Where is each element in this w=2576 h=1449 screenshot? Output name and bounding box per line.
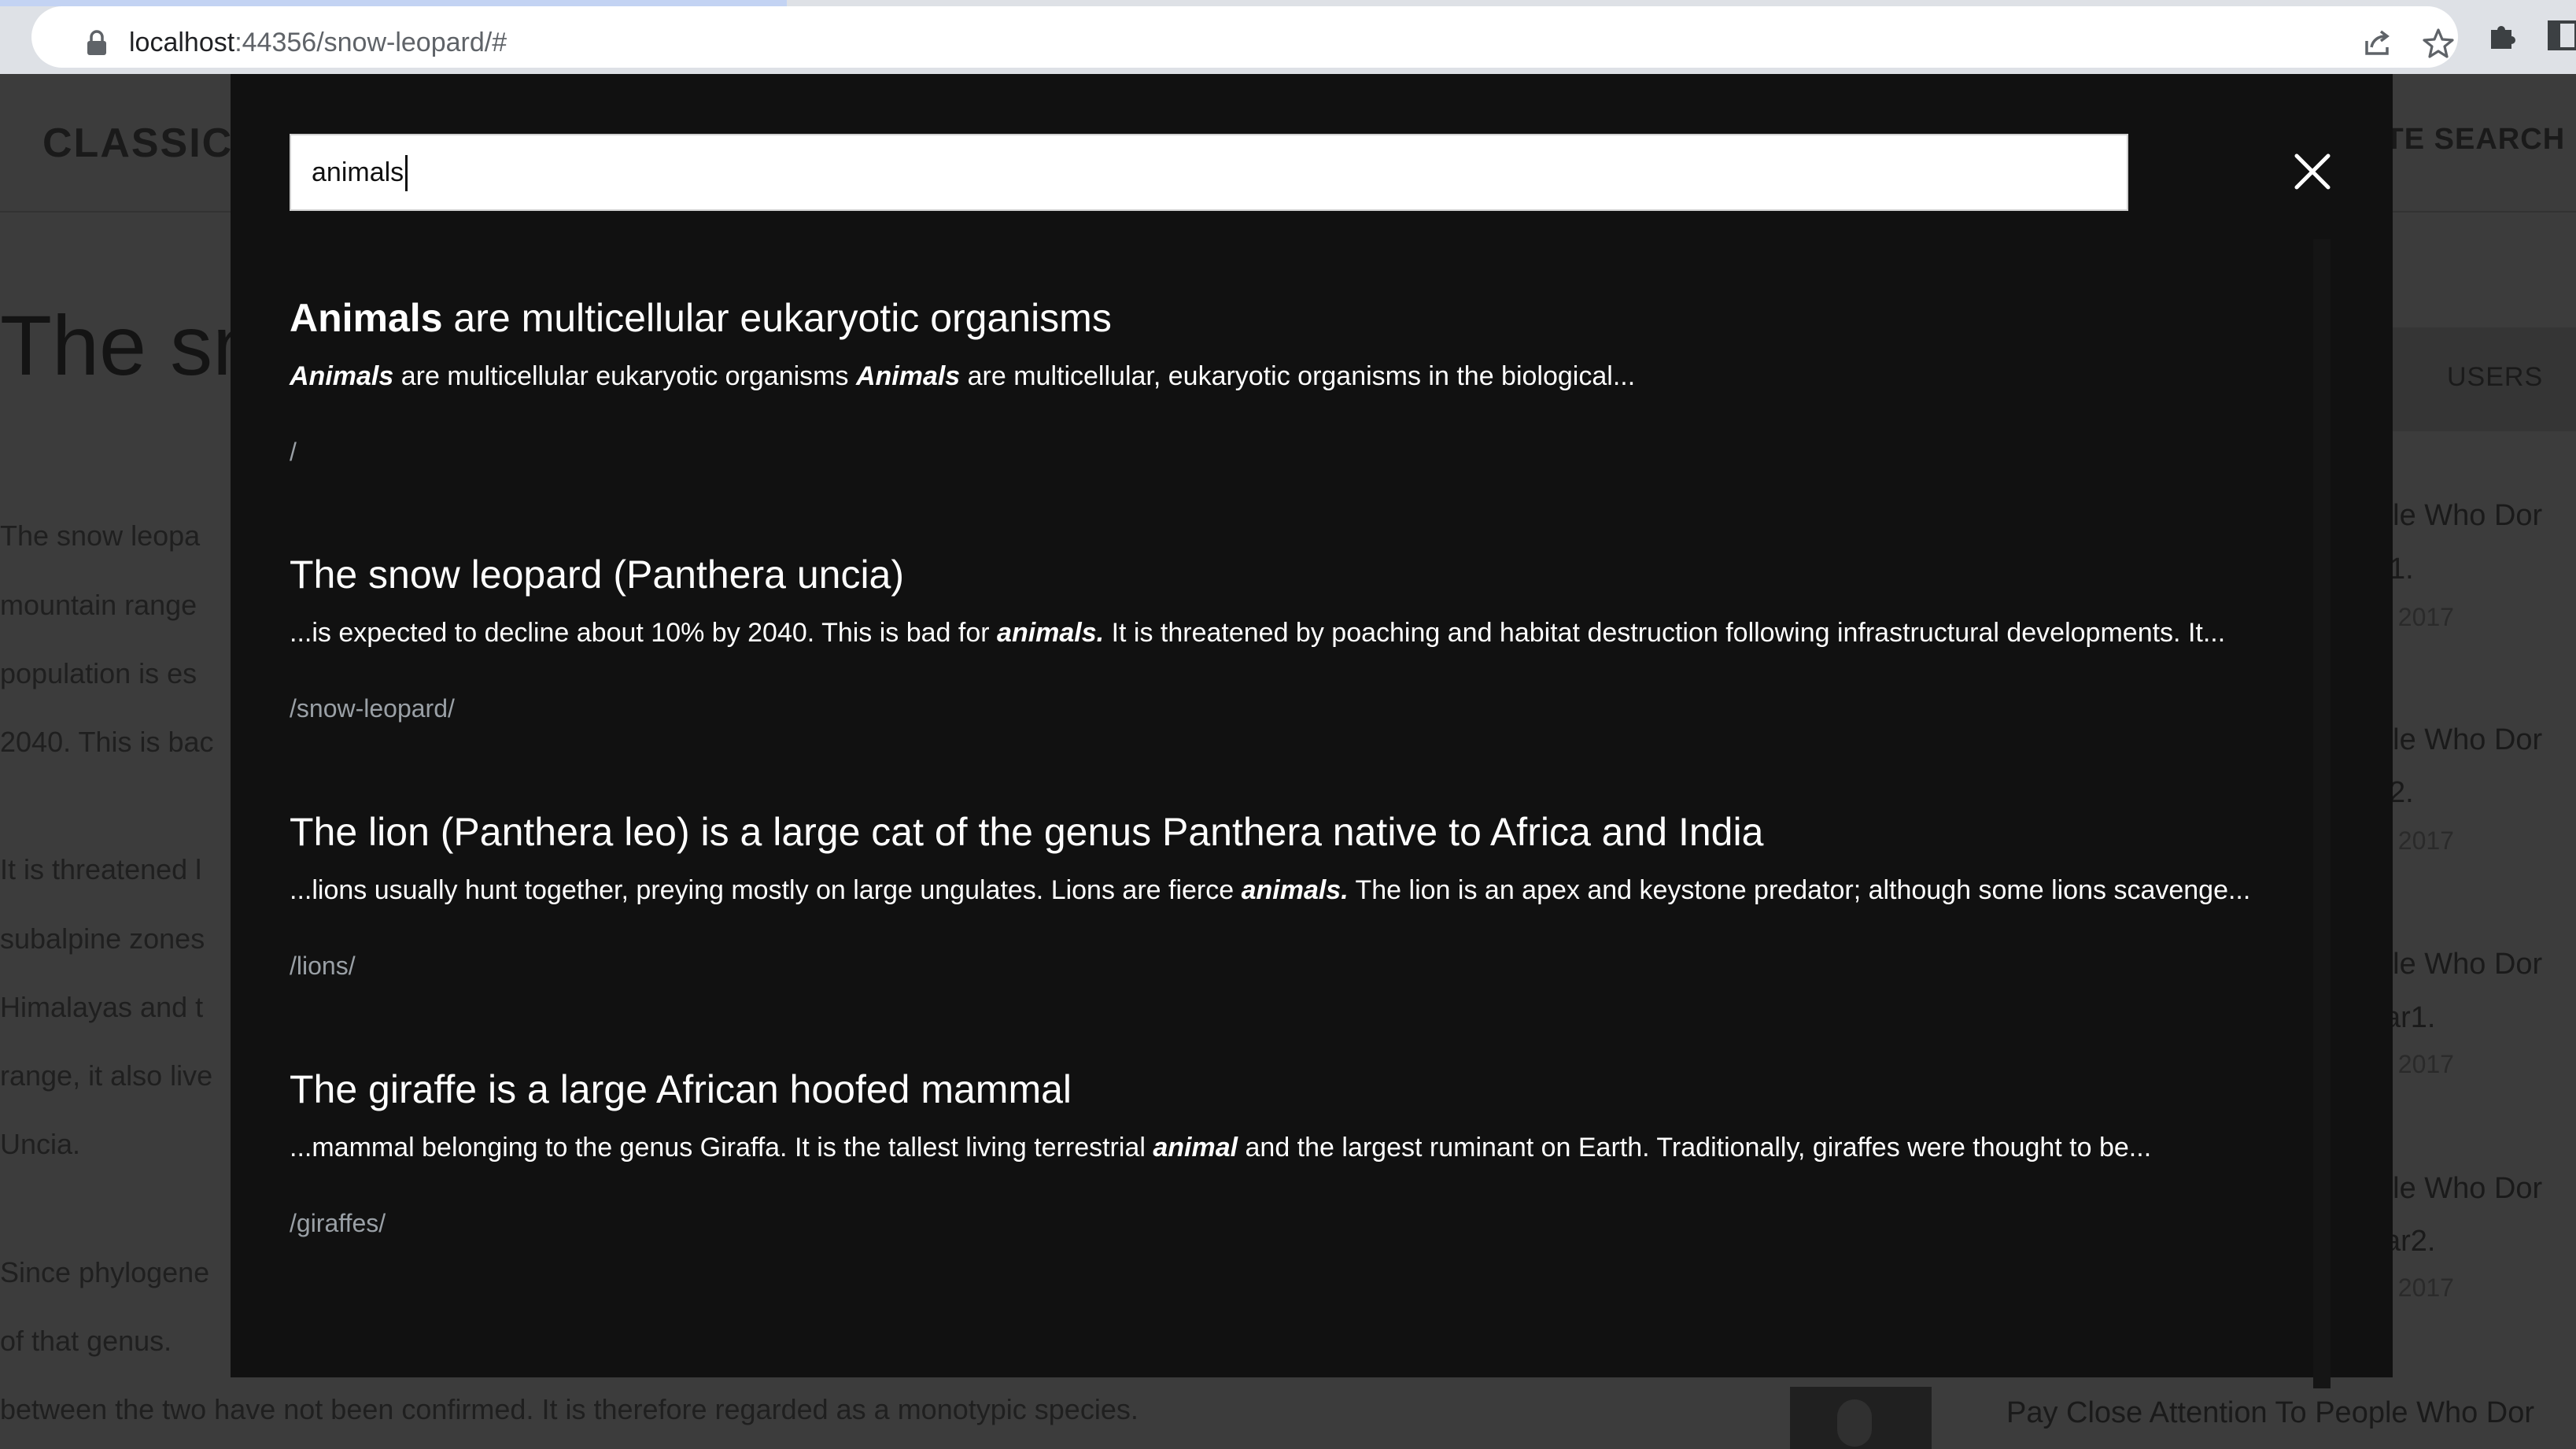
users-label: USERS	[2447, 362, 2544, 392]
result-snippet: Animals are multicellular eukaryotic org…	[290, 359, 1635, 394]
article-text-line: mountain range	[0, 589, 197, 621]
snippet-text: It is threatened by poaching and habitat…	[1104, 618, 2226, 648]
snippet-text: ...is expected to decline about 10% by 2…	[290, 618, 998, 648]
article-text-line: Himalayas and t	[0, 991, 204, 1023]
text-caret	[405, 155, 408, 191]
result-snippet: ...is expected to decline about 10% by 2…	[290, 615, 2225, 650]
article-text-line: population is es	[0, 657, 197, 689]
result-title-link[interactable]: The lion (Panthera leo) is a large cat o…	[290, 808, 2335, 856]
sidebar-post-date: / 2017	[2384, 826, 2454, 855]
post-thumbnail[interactable]	[1790, 1387, 1932, 1449]
search-input[interactable]	[290, 134, 2128, 211]
site-logo[interactable]: CLASSIC	[42, 120, 233, 167]
search-result[interactable]: The snow leopard (Panthera uncia) ...is e…	[290, 551, 2335, 723]
article-text-line: of that genus.	[0, 1325, 172, 1357]
article-text-line: range, it also live	[0, 1059, 213, 1092]
result-title-text: The lion (Panthera leo) is a large cat o…	[290, 810, 1764, 854]
sidepanel-icon[interactable]	[2546, 17, 2576, 54]
sidebar-post-date: / 2017	[2384, 603, 2454, 631]
sidebar-post-title[interactable]: Pay Close Attention To People Who Dor	[2006, 1396, 2534, 1430]
article-heading: The sn	[0, 298, 260, 393]
site-search-link[interactable]: ITE SEARCH	[2376, 123, 2565, 157]
result-snippet: ...lions usually hunt together, preying …	[290, 873, 2250, 907]
extensions-icon[interactable]	[2485, 17, 2521, 54]
search-modal: Animals are multicellular eukaryotic org…	[231, 74, 2393, 1388]
snippet-text: ...lions usually hunt together, preying …	[290, 875, 1242, 905]
article-text-line: Since phylogene	[0, 1256, 210, 1288]
article-text-line: subalpine zones	[0, 922, 205, 955]
article-text-line: Uncia.	[0, 1128, 81, 1160]
url-host: localhost	[129, 28, 235, 57]
url-path: :44356/snow-leopard/#	[234, 28, 507, 57]
snippet-text: ...mammal belonging to the genus Giraffa…	[290, 1133, 1153, 1163]
search-result[interactable]: The giraffe is a large African hoofed ma…	[290, 1066, 2335, 1237]
star-icon[interactable]	[2420, 25, 2456, 61]
result-url[interactable]: /	[290, 434, 297, 469]
close-icon[interactable]	[2292, 153, 2333, 195]
snippet-text: are multicellular eukaryotic organisms	[393, 361, 856, 391]
result-url[interactable]: /snow-leopard/	[290, 691, 455, 726]
sidebar-post-date: / 2017	[2384, 1050, 2454, 1078]
url-text[interactable]: localhost:44356/snow-leopard/#	[129, 24, 507, 61]
close-search-button[interactable]	[2292, 151, 2333, 192]
article-text-line: between the two have not been confirmed.…	[0, 1393, 1139, 1425]
result-title-link[interactable]: The giraffe is a large African hoofed ma…	[290, 1066, 2335, 1113]
sidebar-post-title[interactable]: ple Who Dor	[2376, 948, 2542, 981]
sidebar-post-date: / 2017	[2384, 1273, 2454, 1302]
article-text-line: 2040. This is bac	[0, 726, 214, 758]
lock-icon[interactable]	[85, 30, 109, 57]
snippet-highlight: Animals	[290, 361, 394, 391]
snippet-highlight: Animals	[855, 361, 961, 391]
snippet-highlight: animals.	[1241, 875, 1349, 905]
snippet-text: are multicellular, eukaryotic organisms …	[960, 361, 1636, 391]
result-url[interactable]: /lions/	[290, 948, 356, 983]
share-icon[interactable]	[2359, 25, 2395, 61]
article-text-line: It is threatened l	[0, 853, 202, 885]
result-title-link[interactable]: Animals are multicellular eukaryotic org…	[290, 294, 2335, 342]
result-title-link[interactable]: The snow leopard (Panthera uncia)	[290, 551, 2335, 598]
result-title-highlight: Animals	[290, 296, 443, 340]
result-snippet: ...mammal belonging to the genus Giraffa…	[290, 1130, 2151, 1165]
snippet-highlight: animals.	[997, 618, 1105, 648]
sidebar-post-title[interactable]: ple Who Dor	[2376, 1172, 2542, 1206]
snippet-text: and the largest ruminant on Earth. Tradi…	[1238, 1133, 2152, 1163]
address-bar[interactable]: localhost:44356/snow-leopard/#	[31, 6, 2458, 68]
result-url[interactable]: /giraffes/	[290, 1206, 386, 1240]
sidebar-post-title[interactable]: ple Who Dor	[2376, 499, 2542, 533]
snippet-text: The lion is an apex and keystone predato…	[1348, 875, 2251, 905]
snippet-highlight: animal	[1153, 1133, 1238, 1163]
active-tab-strip	[0, 0, 787, 6]
browser-toolbar: localhost:44356/snow-leopard/#	[0, 0, 2576, 74]
search-result[interactable]: The lion (Panthera leo) is a large cat o…	[290, 808, 2335, 980]
article-text-line: The snow leopa	[0, 519, 201, 552]
result-title-text: The giraffe is a large African hoofed ma…	[290, 1067, 1072, 1111]
result-title-text: are multicellular eukaryotic organisms	[442, 296, 1112, 340]
search-result[interactable]: Animals are multicellular eukaryotic org…	[290, 294, 2335, 466]
result-title-text: The snow leopard (Panthera uncia)	[290, 553, 905, 597]
sidebar-post-title[interactable]: ple Who Dor	[2376, 723, 2542, 757]
